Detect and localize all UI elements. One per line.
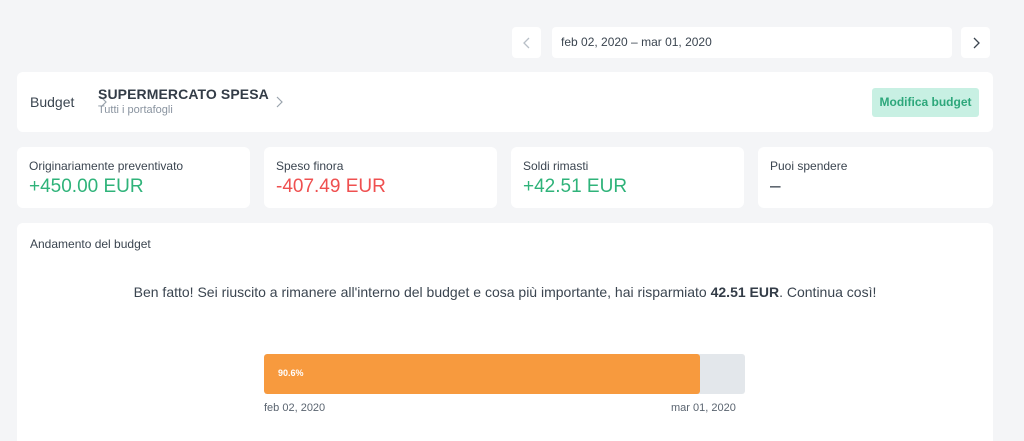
- edit-budget-button[interactable]: Modifica budget: [872, 88, 979, 117]
- previous-period-button[interactable]: [512, 27, 541, 58]
- saved-amount: 42.51 EUR: [710, 284, 780, 300]
- stat-label: Soldi rimasti: [523, 159, 589, 173]
- budget-summary-message: Ben fatto! Sei riuscito a rimanere all'i…: [17, 284, 993, 300]
- stat-value: +42.51 EUR: [523, 176, 628, 197]
- budget-progress-bar: 90.6%: [264, 354, 745, 394]
- chevron-right-icon: [276, 96, 283, 108]
- date-range-field[interactable]: feb 02, 2020 – mar 01, 2020: [552, 27, 952, 58]
- budget-wallet-scope: Tutti i portafogli: [98, 104, 173, 116]
- stat-card-spent: Speso finora -407.49 EUR: [264, 147, 497, 208]
- message-text: Ben fatto! Sei riuscito a rimanere all'i…: [133, 284, 711, 300]
- date-range-navigator: feb 02, 2020 – mar 01, 2020: [512, 27, 993, 60]
- chevron-left-icon: [522, 37, 529, 48]
- budget-trend-card: Andamento del budget Ben fatto! Sei rius…: [17, 223, 993, 441]
- stat-label: Originariamente preventivato: [29, 159, 184, 173]
- message-text: . Continua così!: [779, 284, 877, 300]
- period-start-date: feb 02, 2020: [264, 402, 326, 414]
- progress-percentage: 90.6%: [278, 368, 304, 378]
- stat-label: Puoi spendere: [770, 159, 848, 173]
- stat-value: –: [770, 176, 781, 197]
- stat-value: +450.00 EUR: [29, 176, 144, 197]
- stat-value: -407.49 EUR: [276, 176, 386, 197]
- period-end-date: mar 01, 2020: [671, 402, 736, 414]
- stat-label: Speso finora: [276, 159, 344, 173]
- stat-card-can-spend: Puoi spendere –: [758, 147, 993, 208]
- stat-card-remaining: Soldi rimasti +42.51 EUR: [511, 147, 744, 208]
- chevron-right-icon: [973, 37, 980, 48]
- next-period-button[interactable]: [961, 27, 990, 58]
- budget-header-card: Budget SUPERMERCATO SPESA Tutti i portaf…: [17, 72, 993, 132]
- breadcrumb-budget-link[interactable]: Budget: [30, 94, 74, 110]
- budget-progress-fill: [264, 354, 700, 394]
- budget-title: SUPERMERCATO SPESA: [98, 86, 269, 102]
- stat-card-planned: Originariamente preventivato +450.00 EUR: [17, 147, 250, 208]
- section-title: Andamento del budget: [30, 237, 151, 251]
